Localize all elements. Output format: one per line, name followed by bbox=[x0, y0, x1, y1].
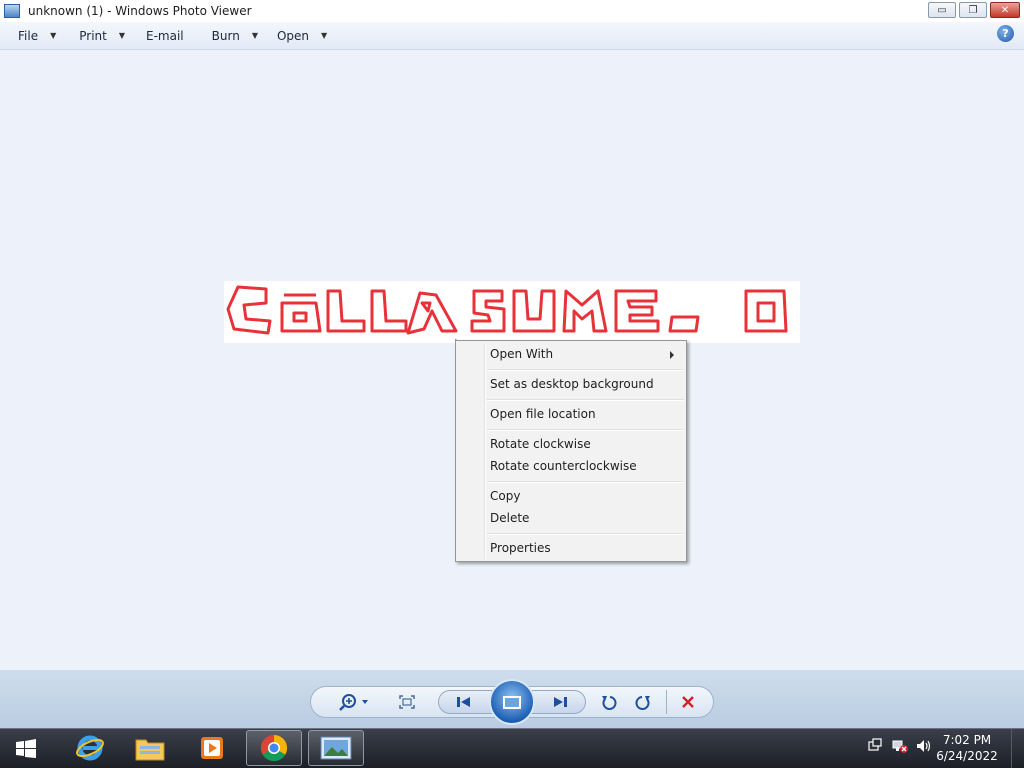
toolbar-divider bbox=[666, 690, 667, 714]
rotate-clockwise-button[interactable] bbox=[632, 692, 654, 712]
action-center-flag-icon bbox=[868, 738, 882, 751]
delete-button[interactable] bbox=[677, 692, 699, 712]
delete-icon bbox=[682, 696, 694, 708]
help-icon-glyph: ? bbox=[1002, 27, 1009, 40]
close-icon: ✕ bbox=[1000, 4, 1010, 16]
file-explorer-icon bbox=[135, 739, 165, 761]
context-menu: Open With Set as desktop background Open… bbox=[455, 340, 687, 562]
minimize-button[interactable]: ▭ bbox=[928, 2, 956, 18]
maximize-button[interactable]: ❐ bbox=[959, 2, 987, 18]
hand-drawn-text-image bbox=[226, 285, 788, 335]
actual-size-icon bbox=[399, 695, 415, 709]
submenu-arrow-icon bbox=[670, 351, 674, 359]
taskbar-photo-viewer[interactable] bbox=[308, 730, 364, 766]
menu-burn[interactable]: Burn ▼ bbox=[204, 22, 267, 50]
zoom-button[interactable] bbox=[336, 692, 372, 712]
context-rotate-counterclockwise[interactable]: Rotate counterclockwise bbox=[490, 456, 637, 476]
menu-open[interactable]: Open ▼ bbox=[267, 22, 336, 50]
clock-date: 6/24/2022 bbox=[936, 749, 998, 763]
context-open-with[interactable]: Open With bbox=[490, 344, 680, 364]
rotate-counterclockwise-button[interactable] bbox=[598, 692, 620, 712]
context-open-file-location[interactable]: Open file location bbox=[490, 404, 596, 424]
menu-print[interactable]: Print ▼ bbox=[65, 22, 134, 50]
show-desktop-button[interactable] bbox=[1011, 729, 1024, 768]
menu-print-label: Print bbox=[79, 28, 107, 43]
media-player-icon bbox=[201, 737, 223, 759]
menu-separator bbox=[487, 429, 684, 431]
menu-email-label: E-mail bbox=[146, 28, 184, 43]
context-delete[interactable]: Delete bbox=[490, 508, 529, 528]
context-set-desktop-background-label: Set as desktop background bbox=[490, 377, 654, 391]
tray-action-center[interactable] bbox=[866, 736, 884, 756]
title-bar: unknown (1) - Windows Photo Viewer ▭ ❐ ✕ bbox=[0, 0, 1024, 22]
menu-separator bbox=[487, 481, 684, 483]
slideshow-button[interactable] bbox=[489, 679, 535, 725]
taskbar-media-player[interactable] bbox=[184, 730, 240, 766]
menu-open-label: Open bbox=[276, 28, 310, 43]
photo-viewer-app-icon[interactable] bbox=[4, 4, 20, 18]
tray-volume[interactable] bbox=[914, 736, 934, 756]
menu-separator bbox=[487, 369, 684, 371]
context-set-desktop-background[interactable]: Set as desktop background bbox=[490, 374, 654, 394]
chrome-icon bbox=[260, 734, 288, 762]
chevron-down-icon: ▼ bbox=[251, 31, 258, 40]
context-rotate-clockwise-label: Rotate clockwise bbox=[490, 437, 591, 451]
slideshow-icon bbox=[503, 695, 521, 709]
menu-burn-label: Burn bbox=[211, 28, 240, 43]
menu-file-label: File bbox=[18, 28, 39, 43]
network-disconnected-icon bbox=[892, 740, 908, 753]
chevron-down-icon: ▼ bbox=[50, 31, 57, 40]
menu-separator bbox=[487, 399, 684, 401]
displayed-image[interactable] bbox=[224, 281, 800, 343]
taskbar-chrome[interactable] bbox=[246, 730, 302, 766]
menu-file[interactable]: File ▼ bbox=[0, 22, 65, 50]
taskbar-clock[interactable]: 7:02 PM 6/24/2022 bbox=[932, 732, 1002, 764]
context-open-file-location-label: Open file location bbox=[490, 407, 596, 421]
chevron-down-icon: ▼ bbox=[118, 31, 126, 40]
speaker-icon bbox=[917, 740, 931, 752]
context-open-with-label: Open With bbox=[490, 347, 554, 361]
previous-button[interactable] bbox=[452, 692, 476, 712]
context-rotate-counterclockwise-label: Rotate counterclockwise bbox=[490, 459, 637, 473]
actual-size-button[interactable] bbox=[396, 692, 418, 712]
internet-explorer-icon bbox=[76, 735, 104, 761]
restore-icon: ❐ bbox=[968, 4, 978, 16]
zoom-icon bbox=[339, 694, 368, 711]
rotate-clockwise-icon bbox=[635, 696, 650, 710]
start-button[interactable] bbox=[8, 736, 44, 762]
context-copy-label: Copy bbox=[490, 489, 521, 503]
close-button[interactable]: ✕ bbox=[990, 2, 1020, 18]
next-icon bbox=[554, 697, 567, 707]
context-copy[interactable]: Copy bbox=[490, 486, 520, 506]
menu-email[interactable]: E-mail bbox=[134, 22, 204, 50]
window-controls: ▭ ❐ ✕ bbox=[925, 2, 1020, 18]
tray-network[interactable] bbox=[890, 736, 910, 756]
next-button[interactable] bbox=[548, 692, 572, 712]
rotate-counterclockwise-icon bbox=[602, 696, 617, 710]
chevron-down-icon: ▼ bbox=[321, 31, 328, 40]
context-properties[interactable]: Properties bbox=[490, 538, 551, 558]
clock-time: 7:02 PM bbox=[942, 733, 992, 747]
taskbar-file-explorer[interactable] bbox=[122, 730, 178, 766]
help-icon[interactable]: ? bbox=[997, 25, 1014, 42]
context-properties-label: Properties bbox=[490, 541, 551, 555]
minimize-icon: ▭ bbox=[937, 4, 947, 16]
menu-bar: File ▼ Print ▼ E-mail Burn ▼ Open ▼ bbox=[0, 22, 1024, 50]
taskbar-internet-explorer[interactable] bbox=[62, 730, 118, 766]
menu-separator bbox=[487, 533, 684, 535]
windows-logo-icon bbox=[16, 739, 36, 758]
window-title: unknown (1) - Windows Photo Viewer bbox=[28, 4, 252, 18]
context-delete-label: Delete bbox=[490, 511, 530, 525]
photo-viewer-icon bbox=[320, 736, 352, 760]
previous-icon bbox=[457, 697, 470, 707]
context-rotate-clockwise[interactable]: Rotate clockwise bbox=[490, 434, 591, 454]
